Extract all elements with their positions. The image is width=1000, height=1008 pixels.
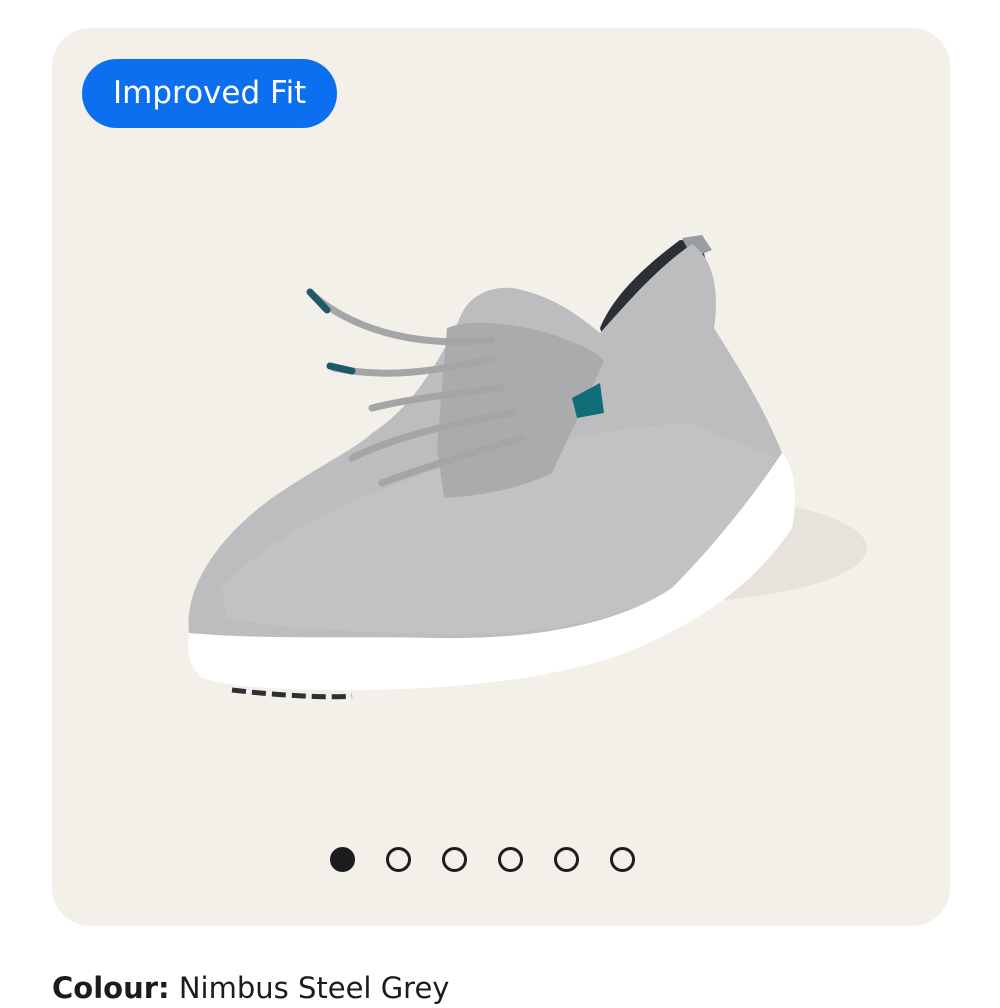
carousel-dot-4[interactable] xyxy=(498,847,523,872)
product-image[interactable] xyxy=(52,28,950,926)
carousel-dot-2[interactable] xyxy=(386,847,411,872)
carousel-pagination xyxy=(330,847,635,872)
carousel-dot-6[interactable] xyxy=(610,847,635,872)
product-gallery[interactable]: Improved Fit xyxy=(52,28,950,926)
carousel-dot-3[interactable] xyxy=(442,847,467,872)
improved-fit-badge: Improved Fit xyxy=(82,59,338,128)
carousel-dot-1[interactable] xyxy=(330,847,355,872)
colour-selection-text: Colour: Nimbus Steel Grey xyxy=(52,968,449,1008)
carousel-dot-5[interactable] xyxy=(554,847,579,872)
